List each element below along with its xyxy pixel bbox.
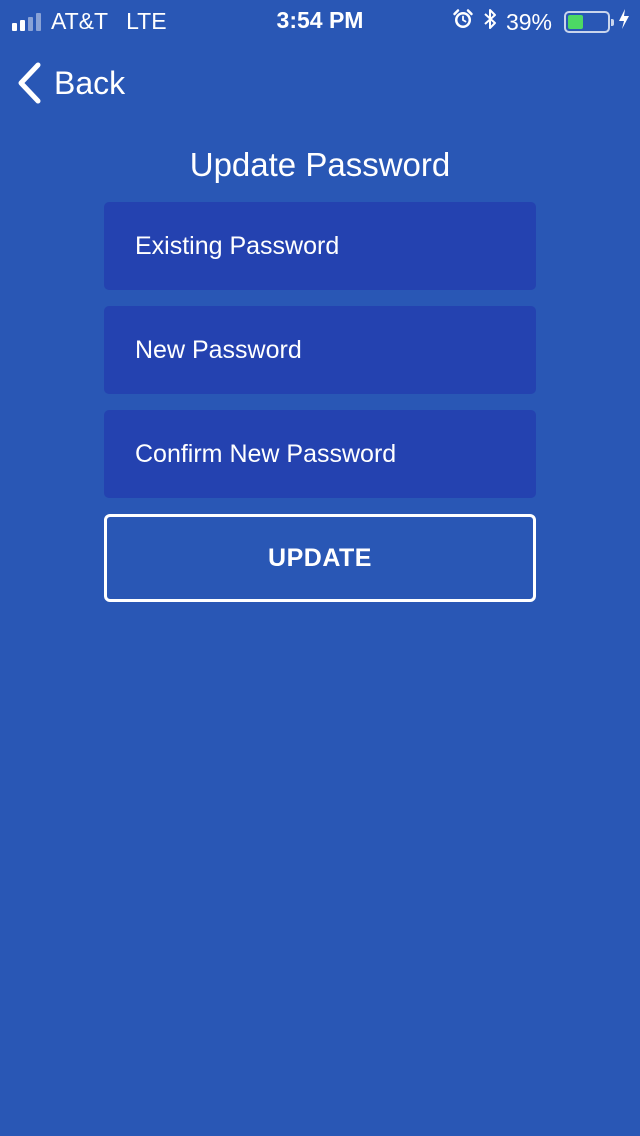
existing-password-field <box>104 202 536 290</box>
status-bar: AT&T LTE 3:54 PM 39% <box>0 0 640 40</box>
screen: AT&T LTE 3:54 PM 39% Back Update Passwor… <box>0 0 640 1136</box>
confirm-password-field <box>104 410 536 498</box>
alarm-icon <box>452 8 474 36</box>
back-label: Back <box>54 64 126 101</box>
status-right: 39% <box>452 7 630 37</box>
charging-bolt-icon <box>618 8 630 36</box>
battery-percent: 39% <box>505 8 552 35</box>
confirm-password-input[interactable] <box>104 410 536 498</box>
chevron-left-icon <box>18 62 41 104</box>
bluetooth-icon <box>482 7 498 37</box>
battery-level <box>568 15 583 29</box>
new-password-input[interactable] <box>104 306 536 394</box>
page-title: Update Password <box>189 146 451 183</box>
back-button[interactable]: Back <box>16 62 125 104</box>
new-password-field <box>104 306 536 394</box>
battery-icon <box>564 11 614 33</box>
existing-password-input[interactable] <box>104 202 536 290</box>
update-button[interactable]: UPDATE <box>104 514 536 602</box>
